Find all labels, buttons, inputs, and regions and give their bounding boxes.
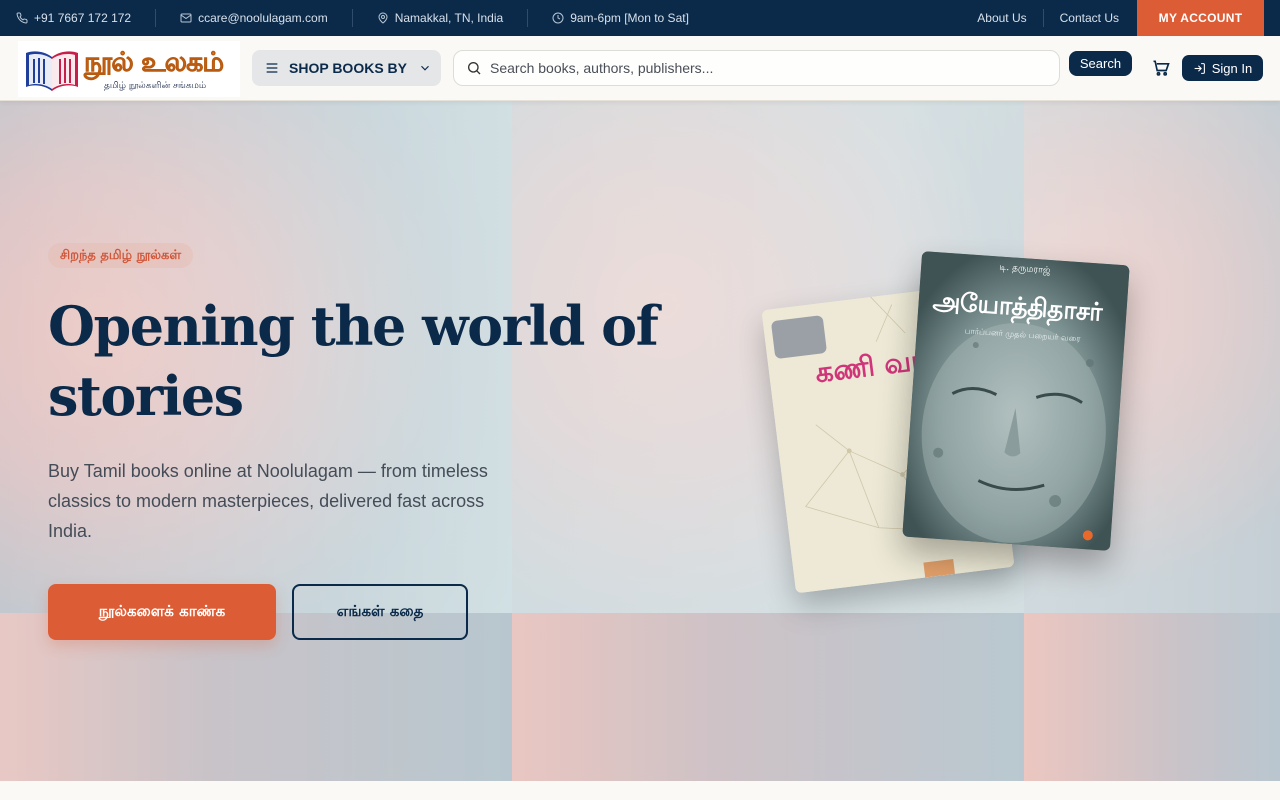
- email-address: ccare@noolulagam.com: [198, 11, 328, 25]
- chevron-down-icon: [421, 65, 429, 71]
- our-story-button[interactable]: எங்கள் கதை: [292, 584, 468, 640]
- browse-books-button[interactable]: நூல்களைக் காண்க: [48, 584, 276, 640]
- hero-title: Opening the world of stories: [48, 294, 659, 428]
- clock-icon: [552, 12, 564, 24]
- map-pin-icon: [378, 12, 388, 24]
- search-button[interactable]: Search: [1069, 51, 1132, 76]
- search-input[interactable]: [490, 60, 1030, 76]
- cart-icon[interactable]: [1151, 58, 1171, 78]
- site-logo[interactable]: நூல் உலகம் தமிழ் நூல்களின் சங்கமம்: [18, 41, 240, 97]
- hero-section: சிறந்த தமிழ் நூல்கள் Opening the world o…: [0, 101, 1280, 781]
- top-info-bar: +91 7667 172 172 ccare@noolulagam.com Na…: [0, 0, 1280, 36]
- shop-books-by-dropdown[interactable]: SHOP BOOKS BY: [252, 50, 441, 86]
- book-cover-ayothidasar[interactable]: டி. தருமராஜ் அயோத்திதாசர் பார்ப்பனர் முத…: [902, 251, 1130, 551]
- open-book-logo-icon: [26, 51, 78, 91]
- email-info[interactable]: ccare@noolulagam.com: [180, 0, 328, 36]
- sign-in-button[interactable]: Sign In: [1182, 55, 1263, 81]
- logo-tagline: தமிழ் நூல்களின் சங்கமம்: [104, 81, 207, 91]
- background-tile: [1024, 613, 1280, 781]
- menu-icon: [266, 63, 278, 73]
- hero-tag: சிறந்த தமிழ் நூல்கள்: [48, 243, 194, 268]
- logo-title: நூல் உலகம்: [84, 47, 225, 79]
- my-account-button[interactable]: MY ACCOUNT: [1137, 0, 1264, 36]
- log-in-icon: [1194, 62, 1205, 74]
- search-bar: [453, 50, 1060, 86]
- shop-books-by-label: SHOP BOOKS BY: [289, 60, 407, 76]
- hero-description: Buy Tamil books online at Noolulagam — f…: [48, 461, 488, 541]
- about-us-link[interactable]: About Us: [961, 11, 1042, 25]
- phone-icon: [16, 12, 28, 24]
- divider: [351, 9, 353, 27]
- phone-number: +91 7667 172 172: [34, 11, 132, 25]
- divider: [155, 9, 157, 27]
- location-info: Namakkal, TN, India: [377, 0, 504, 36]
- divider: [527, 9, 529, 27]
- search-icon: [468, 61, 481, 75]
- contact-us-link[interactable]: Contact Us: [1044, 11, 1135, 25]
- background-tile: [512, 613, 1024, 781]
- main-header: நூல் உலகம் தமிழ் நூல்களின் சங்கமம் SHOP …: [0, 36, 1280, 101]
- location-text: Namakkal, TN, India: [394, 11, 504, 25]
- phone-info[interactable]: +91 7667 172 172: [16, 0, 131, 36]
- mail-icon: [180, 13, 192, 23]
- page-bottom-strip: [0, 781, 1280, 800]
- hours-info: 9am-6pm [Mon to Sat]: [552, 0, 689, 36]
- hours-text: 9am-6pm [Mon to Sat]: [570, 11, 689, 25]
- sign-in-label: Sign In: [1211, 60, 1253, 76]
